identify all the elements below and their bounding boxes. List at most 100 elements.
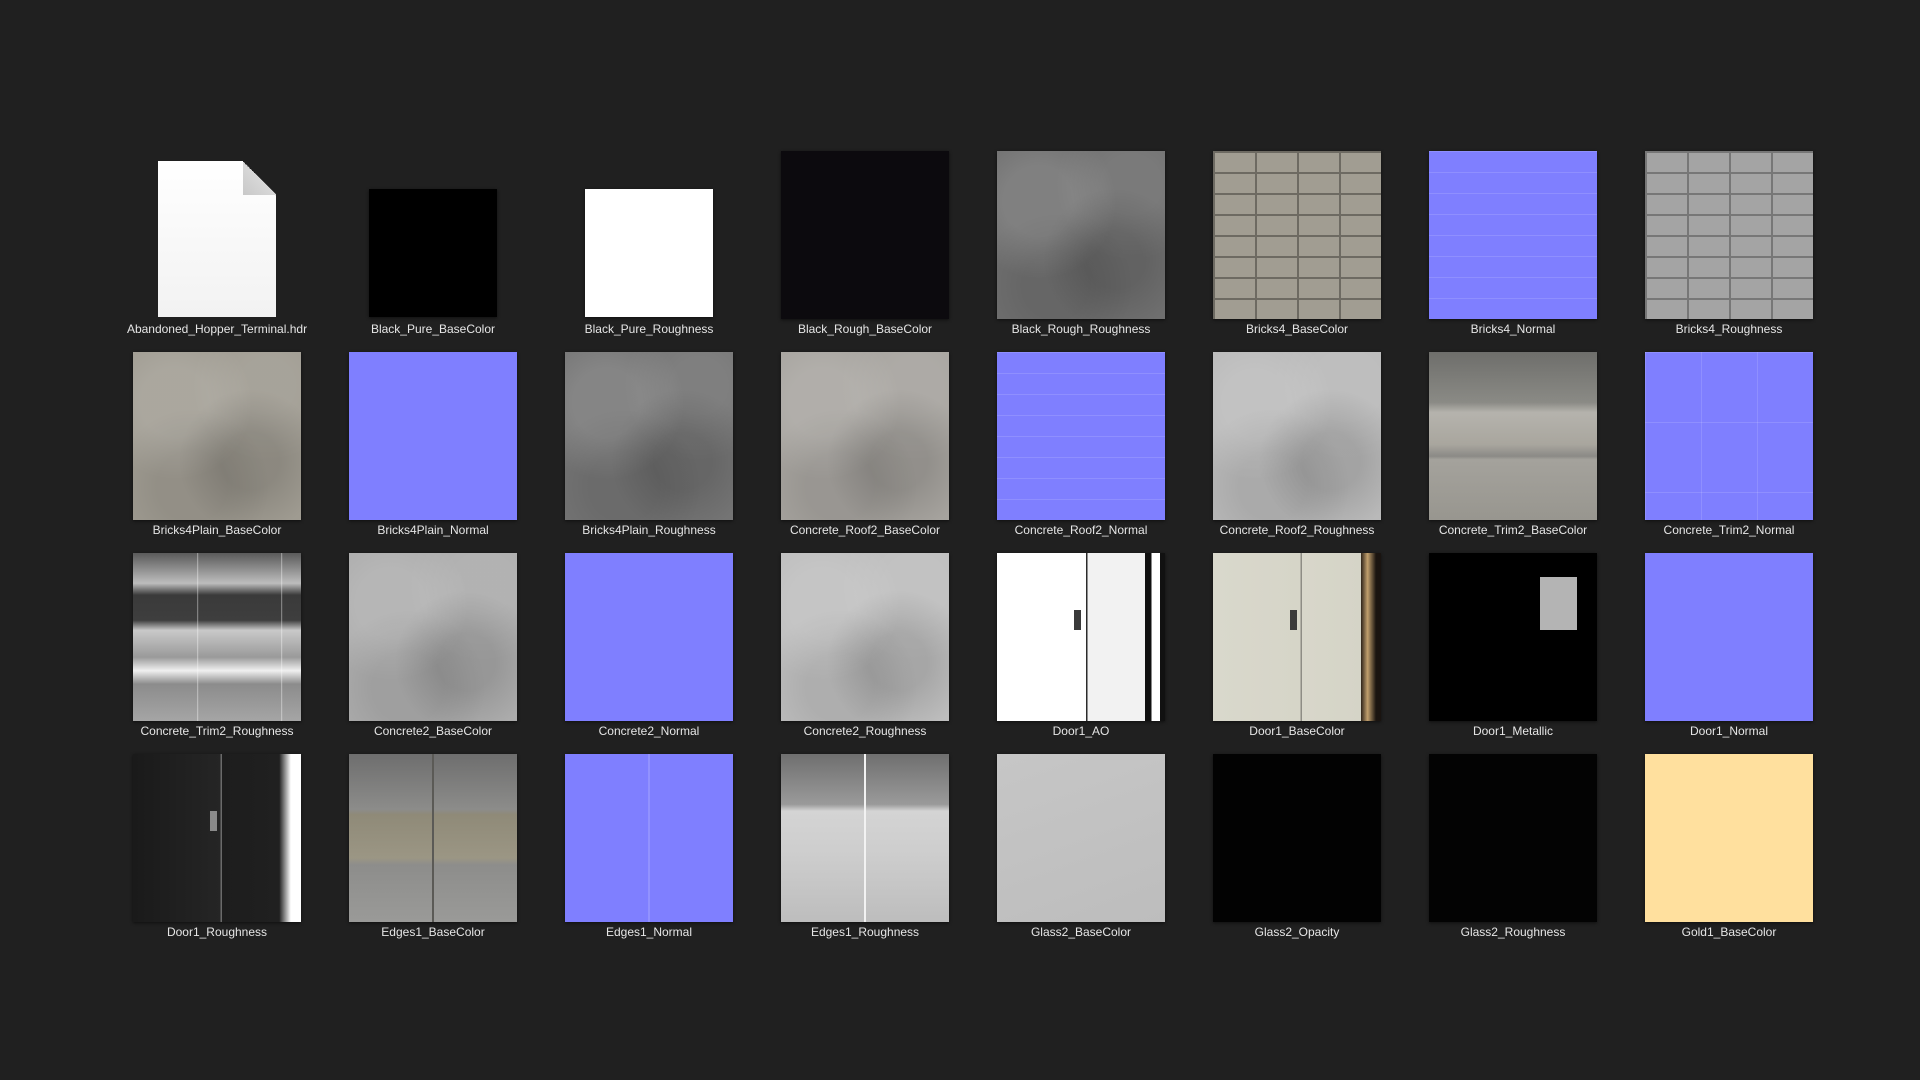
thumbnail-container [973, 539, 1189, 721]
file-item[interactable]: Concrete_Roof2_Roughness [1189, 338, 1405, 539]
texture-thumbnail [1645, 553, 1813, 721]
thumbnail-container [1405, 539, 1621, 721]
thumbnail-container [325, 137, 541, 319]
file-item[interactable]: Bricks4_Roughness [1621, 137, 1837, 338]
file-item[interactable]: Black_Pure_BaseColor [325, 137, 541, 338]
file-item[interactable]: Glass2_Opacity [1189, 740, 1405, 941]
texture-thumbnail [997, 352, 1165, 520]
file-name-label: Abandoned_Hopper_Terminal.hdr [126, 322, 308, 336]
file-name-label: Black_Pure_Roughness [584, 322, 714, 336]
thumbnail-container [1189, 338, 1405, 520]
thumbnail-container [1621, 740, 1837, 922]
file-item[interactable]: Bricks4Plain_BaseColor [109, 338, 325, 539]
file-name-label: Bricks4_Normal [1470, 322, 1556, 336]
file-name-label: Concrete_Trim2_BaseColor [1438, 523, 1588, 537]
texture-thumbnail [1429, 553, 1597, 721]
thumbnail-container [109, 338, 325, 520]
texture-thumbnail [1213, 352, 1381, 520]
thumbnail-container [1189, 740, 1405, 922]
thumbnail-container [541, 740, 757, 922]
file-item[interactable]: Concrete_Trim2_Normal [1621, 338, 1837, 539]
file-name-label: Concrete_Roof2_Normal [1014, 523, 1148, 537]
file-item[interactable]: Door1_Roughness [109, 740, 325, 941]
file-name-label: Door1_BaseColor [1249, 724, 1345, 738]
file-name-label: Bricks4Plain_Roughness [582, 523, 716, 537]
file-item[interactable]: Bricks4_BaseColor [1189, 137, 1405, 338]
texture-thumbnail [349, 553, 517, 721]
file-item[interactable]: Abandoned_Hopper_Terminal.hdr [109, 137, 325, 338]
thumbnail-container [973, 740, 1189, 922]
file-name-label: Black_Pure_BaseColor [370, 322, 496, 336]
file-item[interactable]: Concrete2_BaseColor [325, 539, 541, 740]
thumbnail-container [1405, 338, 1621, 520]
thumbnail-container [109, 137, 325, 319]
texture-thumbnail [133, 553, 301, 721]
thumbnail-container [1621, 137, 1837, 319]
file-item[interactable]: Concrete_Roof2_BaseColor [757, 338, 973, 539]
file-item[interactable]: Door1_Metallic [1405, 539, 1621, 740]
texture-thumbnail [1429, 151, 1597, 319]
file-item[interactable]: Door1_BaseColor [1189, 539, 1405, 740]
thumbnail-container [757, 740, 973, 922]
texture-thumbnail [1645, 352, 1813, 520]
file-item[interactable]: Edges1_Normal [541, 740, 757, 941]
texture-thumbnail [585, 189, 713, 317]
thumbnail-container [109, 539, 325, 721]
file-item[interactable]: Door1_Normal [1621, 539, 1837, 740]
thumbnail-container [1189, 539, 1405, 721]
texture-thumbnail [781, 553, 949, 721]
texture-thumbnail [349, 754, 517, 922]
thumbnail-container [541, 539, 757, 721]
file-name-label: Edges1_BaseColor [381, 925, 485, 939]
texture-thumbnail [781, 754, 949, 922]
thumbnail-container [1405, 740, 1621, 922]
texture-thumbnail [1213, 151, 1381, 319]
texture-thumbnail [133, 352, 301, 520]
file-item[interactable]: Door1_AO [973, 539, 1189, 740]
file-name-label: Glass2_Roughness [1460, 925, 1566, 939]
thumbnail-container [1621, 338, 1837, 520]
file-item[interactable]: Bricks4Plain_Normal [325, 338, 541, 539]
texture-thumbnail [565, 553, 733, 721]
file-name-label: Door1_Roughness [166, 925, 268, 939]
texture-thumbnail [1429, 352, 1597, 520]
file-item[interactable]: Concrete_Roof2_Normal [973, 338, 1189, 539]
thumbnail-container [1189, 137, 1405, 319]
file-item[interactable]: Bricks4Plain_Roughness [541, 338, 757, 539]
door-handle-mark [1290, 610, 1297, 631]
file-name-label: Bricks4_BaseColor [1245, 322, 1349, 336]
file-name-label: Edges1_Roughness [810, 925, 920, 939]
file-item[interactable]: Black_Rough_Roughness [973, 137, 1189, 338]
thumbnail-container [973, 137, 1189, 319]
thumbnail-container [109, 740, 325, 922]
file-item[interactable]: Concrete2_Roughness [757, 539, 973, 740]
file-name-label: Concrete2_Roughness [803, 724, 927, 738]
file-name-label: Gold1_BaseColor [1681, 925, 1777, 939]
file-item[interactable]: Black_Rough_BaseColor [757, 137, 973, 338]
texture-thumbnail [1213, 553, 1381, 721]
thumbnail-container [325, 338, 541, 520]
texture-thumbnail [565, 754, 733, 922]
texture-thumbnail [781, 151, 949, 319]
thumbnail-container [541, 137, 757, 319]
file-name-label: Glass2_BaseColor [1030, 925, 1132, 939]
file-name-label: Concrete_Roof2_Roughness [1219, 523, 1375, 537]
file-item[interactable]: Concrete_Trim2_Roughness [109, 539, 325, 740]
texture-thumbnail [1429, 754, 1597, 922]
file-item[interactable]: Concrete2_Normal [541, 539, 757, 740]
file-item[interactable]: Concrete_Trim2_BaseColor [1405, 338, 1621, 539]
file-name-label: Concrete2_Normal [598, 724, 700, 738]
file-item[interactable]: Gold1_BaseColor [1621, 740, 1837, 941]
file-item[interactable]: Edges1_Roughness [757, 740, 973, 941]
texture-thumbnail [349, 352, 517, 520]
file-item[interactable]: Black_Pure_Roughness [541, 137, 757, 338]
texture-thumbnail [1213, 754, 1381, 922]
thumbnail-container [325, 740, 541, 922]
file-item[interactable]: Edges1_BaseColor [325, 740, 541, 941]
texture-thumbnail [997, 553, 1165, 721]
door-handle-mark [210, 811, 217, 832]
file-item[interactable]: Glass2_Roughness [1405, 740, 1621, 941]
texture-thumbnail [1645, 151, 1813, 319]
file-item[interactable]: Bricks4_Normal [1405, 137, 1621, 338]
file-item[interactable]: Glass2_BaseColor [973, 740, 1189, 941]
